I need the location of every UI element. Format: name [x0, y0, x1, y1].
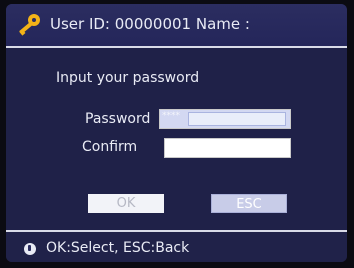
password-dialog: User ID: 00000001 Name : Input your pass… — [6, 4, 347, 262]
key-icon — [19, 14, 40, 36]
password-label: Password — [85, 111, 151, 127]
password-prompt: Input your password — [56, 70, 200, 86]
password-mask: **** — [162, 111, 180, 121]
password-field-inner — [188, 112, 286, 126]
esc-button[interactable]: ESC — [211, 194, 287, 213]
device-screen: User ID: 00000001 Name : Input your pass… — [0, 0, 354, 268]
header-title: User ID: 00000001 Name : — [50, 15, 250, 33]
footer-bar: OK:Select, ESC:Back — [6, 232, 347, 262]
info-icon — [24, 243, 36, 255]
header-bar: User ID: 00000001 Name : — [6, 4, 347, 46]
ok-button[interactable]: OK — [88, 194, 164, 213]
confirm-label: Confirm — [82, 139, 138, 155]
password-field[interactable]: **** — [159, 109, 291, 129]
confirm-field[interactable] — [164, 138, 291, 158]
header-divider — [6, 46, 347, 48]
footer-hint: OK:Select, ESC:Back — [46, 240, 190, 256]
